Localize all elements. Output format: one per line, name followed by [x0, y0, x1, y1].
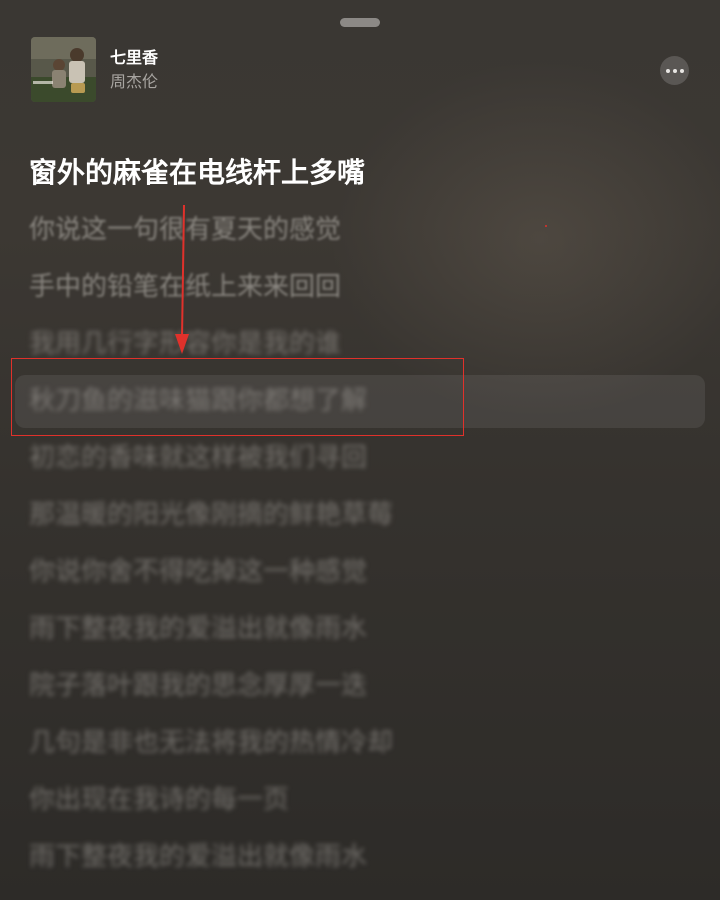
lyric-line[interactable]: 院子落叶跟我的思念厚厚一迭 [29, 668, 367, 704]
lyric-line[interactable]: 你说这一句很有夏天的感觉 [29, 212, 341, 248]
album-art[interactable] [31, 37, 96, 102]
grab-handle[interactable] [340, 18, 380, 27]
background-glow [330, 60, 720, 420]
lyric-line[interactable]: 你说你舍不得吃掉这一种感觉 [29, 554, 367, 590]
ellipsis-icon [665, 68, 670, 73]
lyric-line[interactable]: 初恋的香味就这样被我们寻回 [29, 440, 367, 476]
lyric-line[interactable]: 几句是非也无法将我的热情冷却 [29, 725, 393, 761]
lyric-line[interactable]: 雨下整夜我的爱溢出就像雨水 [29, 611, 367, 647]
lyric-line[interactable]: 我用几行字形容你是我的谁 [29, 326, 341, 362]
album-art-illustration [31, 37, 96, 102]
lyric-line-hovered[interactable]: 秋刀鱼的滋味猫跟你都想了解 [29, 383, 367, 419]
lyric-line[interactable]: 雨下整夜我的爱溢出就像雨水 [29, 839, 367, 875]
current-lyric-line[interactable]: 窗外的麻雀在电线杆上多嘴 [29, 155, 365, 191]
ellipsis-icon-dot [679, 68, 684, 73]
more-options-button[interactable] [660, 56, 689, 85]
lyric-line[interactable]: 那温暖的阳光像刚摘的鲜艳草莓 [29, 497, 393, 533]
lyric-line[interactable]: 手中的铅笔在纸上来来回回 [29, 269, 341, 305]
artist-name[interactable]: 周杰伦 [110, 72, 158, 92]
lyric-line[interactable]: 你出现在我诗的每一页 [29, 782, 289, 818]
ellipsis-icon-dot [672, 68, 677, 73]
song-title[interactable]: 七里香 [110, 48, 158, 68]
